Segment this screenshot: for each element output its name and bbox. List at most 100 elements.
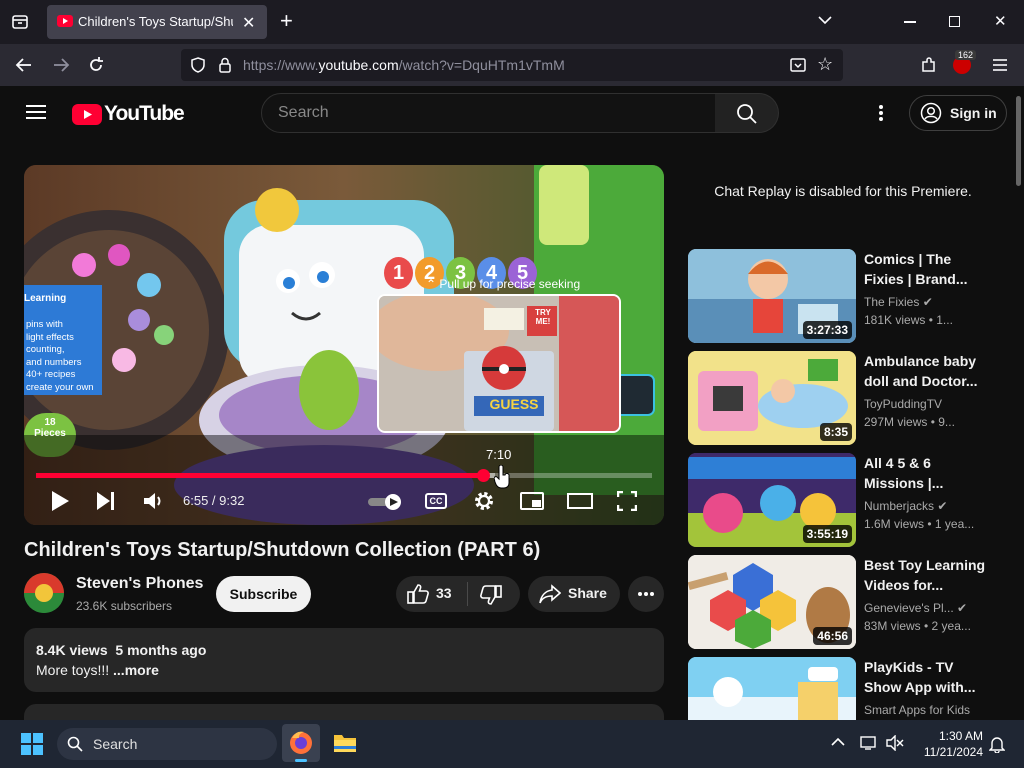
browser-tab-active[interactable]: Children's Toys Startup/Shutdo ✕ — [47, 5, 267, 39]
file-explorer-icon[interactable] — [333, 732, 357, 754]
miniplayer-icon[interactable] — [520, 492, 544, 510]
play-icon[interactable] — [50, 490, 70, 512]
taskbar-search-label: Search — [93, 736, 138, 752]
bookmark-star-icon[interactable]: ☆ — [817, 54, 833, 75]
tray-chevron-up-icon[interactable] — [831, 737, 845, 747]
url-text[interactable]: https://www.youtube.com/watch?v=DquHTm1v… — [243, 57, 565, 73]
reader-view-icon[interactable] — [789, 56, 807, 74]
rec-meta: 1.6M views • 1 yea... — [864, 517, 975, 531]
channel-avatar[interactable] — [24, 573, 64, 613]
rec-channel[interactable]: The Fixies ✔ — [864, 295, 933, 309]
tab-close-icon[interactable]: ✕ — [242, 13, 255, 33]
notification-bell-icon[interactable] — [989, 735, 1005, 753]
subscribe-button[interactable]: Subscribe — [216, 576, 311, 612]
theater-mode-icon[interactable] — [567, 493, 593, 509]
back-arrow-icon[interactable] — [14, 55, 34, 75]
taskbar-search[interactable]: Search — [57, 728, 277, 760]
rec-duration: 46:56 — [813, 627, 852, 645]
rec-duration: 8:35 — [819, 423, 852, 441]
lock-icon[interactable] — [217, 56, 233, 74]
rec-channel-name: The Fixies — [864, 295, 920, 309]
network-icon[interactable] — [860, 735, 878, 751]
rec-title[interactable]: Best Toy Learning Videos for... — [864, 555, 994, 595]
rec-thumbnail[interactable]: 3:55:19 — [688, 453, 856, 547]
volume-muted-icon[interactable] — [886, 735, 904, 751]
channel-name[interactable]: Steven's Phones — [76, 575, 203, 593]
rec-title[interactable]: All 4 5 & 6 Missions |... — [864, 453, 994, 493]
rec-channel-name: Numberjacks — [864, 499, 935, 513]
rec-title-line: Comics | The — [864, 251, 952, 267]
rec-title[interactable]: PlayKids - TV Show App with... — [864, 657, 994, 697]
browser-tab-bar: Children's Toys Startup/Shutdo ✕ + ✕ — [0, 0, 1024, 44]
system-clock[interactable]: 1:30 AM 11/21/2024 — [915, 728, 983, 760]
share-button[interactable]: Share — [528, 576, 620, 612]
seek-hint: ⌃ Pull up for precise seeking — [426, 277, 580, 291]
scrubber-handle[interactable] — [476, 469, 490, 482]
played-bar — [36, 473, 483, 478]
volume-icon[interactable] — [143, 490, 165, 512]
rec-title-line: Videos for... — [864, 577, 944, 593]
minimize-icon[interactable] — [904, 21, 916, 23]
description-snippet: More toys!!! ...more — [36, 662, 159, 678]
guide-menu-icon[interactable] — [26, 104, 46, 120]
rec-channel-name: Genevieve's Pl... — [864, 601, 954, 615]
address-bar[interactable]: https://www.youtube.com/watch?v=DquHTm1v… — [181, 49, 843, 81]
rec-title[interactable]: Comics | The Fixies | Brand... — [864, 249, 994, 289]
search-input[interactable]: Search — [261, 93, 716, 133]
rec-channel[interactable]: Numberjacks ✔ — [864, 499, 947, 513]
tab-list-icon[interactable] — [10, 12, 30, 32]
rec-duration: 3:55:19 — [802, 525, 852, 543]
rec-channel[interactable]: Smart Apps for Kids — [864, 703, 970, 717]
rec-channel[interactable]: Genevieve's Pl... ✔ — [864, 601, 967, 615]
share-label: Share — [568, 585, 607, 601]
url-domain: youtube.com — [318, 57, 399, 73]
window-close-icon[interactable]: ✕ — [994, 12, 1007, 30]
firefox-taskbar-button[interactable] — [282, 724, 320, 762]
video-title: Children's Toys Startup/Shutdown Collect… — [24, 539, 541, 561]
list-all-tabs-chevron-down-icon[interactable] — [817, 14, 833, 26]
share-arrow-icon — [539, 584, 561, 604]
youtube-play-logo-icon — [72, 103, 102, 125]
youtube-favicon-icon — [57, 15, 73, 27]
hamburger-menu-icon[interactable] — [992, 58, 1008, 72]
settings-gear-icon[interactable] — [473, 490, 495, 512]
toy-feature-line: light effects — [26, 331, 74, 343]
clock-time: 1:30 AM — [938, 729, 983, 743]
like-thumbs-up-icon[interactable] — [407, 584, 429, 604]
toy-feature-line: counting, — [26, 344, 65, 355]
rec-title-line: Best Toy Learning — [864, 557, 986, 573]
autoplay-toggle[interactable] — [368, 493, 404, 511]
rec-thumbnail[interactable]: 3:27:33 — [688, 249, 856, 343]
more-link[interactable]: ...more — [113, 662, 159, 678]
restore-icon[interactable] — [949, 16, 960, 27]
dislike-thumbs-down-icon[interactable] — [480, 585, 502, 605]
windows-taskbar: Search 1:30 AM 11/21/2024 — [0, 720, 1024, 768]
more-actions-button[interactable] — [628, 576, 664, 612]
more-options-vertical-icon[interactable] — [878, 104, 884, 122]
rec-channel[interactable]: ToyPuddingTV — [864, 397, 942, 411]
description-box[interactable]: 8.4K views 5 months ago More toys!!! ...… — [24, 628, 664, 692]
extensions-puzzle-icon[interactable] — [919, 55, 939, 75]
rec-title[interactable]: Ambulance baby doll and Doctor... — [864, 351, 994, 391]
like-count[interactable]: 33 — [436, 585, 452, 601]
search-placeholder: Search — [278, 104, 329, 121]
rec-title-line: Missions |... — [864, 475, 944, 491]
video-player[interactable]: Learning pins with light effects countin… — [24, 165, 664, 525]
rec-thumbnail[interactable]: 8:35 — [688, 351, 856, 445]
upload-age: 5 months ago — [115, 642, 207, 658]
page-scrollbar-thumb[interactable] — [1016, 96, 1021, 186]
progress-bar[interactable] — [36, 469, 652, 482]
fullscreen-icon[interactable] — [617, 491, 637, 511]
new-tab-icon[interactable]: + — [280, 10, 293, 32]
sign-in-button[interactable]: Sign in — [909, 95, 1007, 131]
rec-thumbnail[interactable] — [688, 657, 856, 720]
forward-arrow-icon[interactable] — [51, 55, 71, 75]
reload-icon[interactable] — [86, 55, 106, 75]
captions-cc-button[interactable]: CC — [425, 493, 447, 509]
rec-thumbnail[interactable]: 46:56 — [688, 555, 856, 649]
search-button[interactable] — [715, 93, 779, 133]
windows-start-icon[interactable] — [21, 733, 43, 755]
next-icon[interactable] — [96, 491, 116, 511]
tracking-shield-icon[interactable] — [189, 56, 207, 74]
youtube-logo[interactable]: YouTube — [72, 102, 185, 126]
